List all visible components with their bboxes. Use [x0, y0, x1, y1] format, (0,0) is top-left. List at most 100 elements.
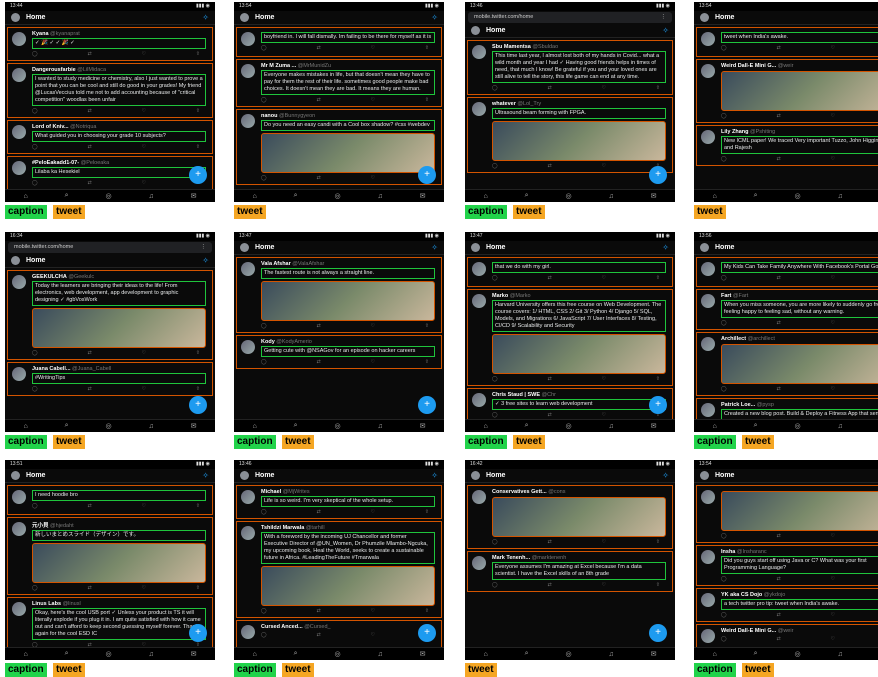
like-icon[interactable]: ♡: [141, 180, 145, 186]
avatar[interactable]: [701, 629, 715, 643]
timeline-feed[interactable]: Vala Afshar @ValaAfshar The fastest route…: [234, 255, 444, 419]
reply-icon[interactable]: ◯: [261, 632, 267, 638]
tweet-author[interactable]: Insha @Insharanc: [721, 549, 878, 555]
timeline-feed[interactable]: Conservatives Gett... @cons ◯ ⇄ ♡ ⇪ Mark Tene…: [465, 483, 675, 647]
avatar[interactable]: [241, 526, 255, 540]
spaces-icon[interactable]: ◎: [565, 192, 571, 200]
tweet-card[interactable]: tweet when India's awake.◯⇄♡⇪: [696, 27, 878, 57]
reply-icon[interactable]: ◯: [721, 576, 727, 582]
timeline-feed[interactable]: tweet when India's awake.◯⇄♡⇪Weird Dall-…: [694, 25, 878, 189]
reply-icon[interactable]: ◯: [492, 85, 498, 91]
like-icon[interactable]: ♡: [141, 51, 145, 57]
reply-icon[interactable]: ◯: [492, 539, 498, 545]
compose-button[interactable]: +: [418, 624, 436, 642]
tweet-author[interactable]: Dangerousfarbie @LilMidaca: [32, 67, 206, 73]
retweet-icon[interactable]: ⇄: [776, 156, 780, 162]
tweet-author[interactable]: 元小貝 @hjedaht: [32, 521, 206, 529]
retweet-icon[interactable]: ⇄: [776, 533, 780, 539]
retweet-icon[interactable]: ⇄: [87, 108, 91, 114]
spaces-icon[interactable]: ◎: [105, 422, 111, 430]
tweet-card[interactable]: Mr M Zuma ... @MrMunidZu Everyone makes m…: [236, 59, 442, 107]
tweet-author[interactable]: Tshildzi Marwala @tarhill: [261, 525, 435, 531]
avatar[interactable]: [12, 602, 26, 616]
messages-icon[interactable]: ✉: [651, 192, 657, 200]
reply-icon[interactable]: ◯: [32, 144, 38, 150]
share-icon[interactable]: ⇪: [656, 539, 660, 545]
tweet-author[interactable]: Kyana @kyanaprat: [32, 31, 206, 37]
compose-button[interactable]: +: [649, 396, 667, 414]
like-icon[interactable]: ♡: [601, 376, 605, 382]
share-icon[interactable]: ⇪: [196, 144, 200, 150]
tweet-card[interactable]: Archillect @archillect◯⇄♡⇪: [696, 332, 878, 396]
like-icon[interactable]: ♡: [830, 275, 834, 281]
tweet-card[interactable]: #PeloEakadd1-07- @Peloeaka Lilaba ka Hese…: [7, 156, 213, 189]
like-icon[interactable]: ♡: [830, 45, 834, 51]
tweet-card[interactable]: whatever @Lol_Try Ultrasound beam forming…: [467, 97, 673, 173]
messages-icon[interactable]: ✉: [191, 422, 197, 430]
compose-button[interactable]: +: [649, 624, 667, 642]
tweet-card[interactable]: Mark Tenenh... @marktenenh Everyone assum…: [467, 551, 673, 592]
avatar[interactable]: [472, 556, 486, 570]
spaces-icon[interactable]: ◎: [794, 650, 800, 658]
search-icon[interactable]: ⌕: [294, 650, 298, 658]
tweet-author[interactable]: Juana Cabell... @Juana_Cabell: [32, 366, 206, 372]
tweet-card[interactable]: boyfriend in. I will fall dismally. Im f…: [236, 27, 442, 57]
tweet-card[interactable]: ◯⇄♡⇪: [696, 485, 878, 543]
avatar[interactable]: [241, 490, 255, 504]
retweet-icon[interactable]: ⇄: [87, 503, 91, 509]
avatar[interactable]: [11, 13, 20, 22]
tweet-author[interactable]: Michael @MjWrites: [261, 489, 435, 495]
share-icon[interactable]: ⇪: [656, 376, 660, 382]
sparkle-icon[interactable]: ✧: [431, 13, 438, 22]
tweet-card[interactable]: My Kids Can Take Family Anywhere With Fa…: [696, 257, 878, 287]
tweet-card[interactable]: Kyana @kyanaprat ✓ 🎉 ✓ ✓ 🎉 ✓ ◯ ⇄ ♡ ⇪: [7, 27, 213, 61]
retweet-icon[interactable]: ⇄: [316, 509, 320, 515]
avatar[interactable]: [11, 471, 20, 480]
tweet-media[interactable]: [32, 543, 206, 583]
timeline-feed[interactable]: GEEKULCHA @Geekulc Today the learners are…: [5, 268, 215, 432]
notifications-icon[interactable]: ♫: [608, 423, 613, 430]
share-icon[interactable]: ⇪: [425, 45, 429, 51]
retweet-icon[interactable]: ⇄: [776, 45, 780, 51]
like-icon[interactable]: ♡: [830, 612, 834, 618]
reply-icon[interactable]: ◯: [32, 503, 38, 509]
tweet-card[interactable]: Chris Staud | SWE @Chr ✓ 3 free sites to …: [467, 388, 673, 419]
tweet-card[interactable]: Insha @Insharanc Did you guys start off u…: [696, 545, 878, 586]
avatar[interactable]: [472, 393, 486, 407]
retweet-icon[interactable]: ⇄: [316, 359, 320, 365]
tweet-author[interactable]: #PeloEakadd1-07- @Peloeaka: [32, 160, 206, 166]
tweet-author[interactable]: Linus Labs @linusl: [32, 601, 206, 607]
messages-icon[interactable]: ✉: [420, 422, 426, 430]
timeline-feed[interactable]: I need hoodie bro ◯ ⇄ ♡ ⇪ 元小貝 @hjedaht 新しいまとめス…: [5, 483, 215, 647]
tweet-author[interactable]: Marko @Marko: [492, 293, 666, 299]
tweet-card[interactable]: that we do with my girl. ◯ ⇄ ♡ ⇪: [467, 257, 673, 287]
tweet-card[interactable]: Lily Zhang @Pshiting New ICML paper! We t…: [696, 125, 878, 166]
tweet-author[interactable]: Lily Zhang @Pshiting: [721, 129, 878, 135]
messages-icon[interactable]: ✉: [191, 192, 197, 200]
notifications-icon[interactable]: ♫: [377, 651, 382, 658]
avatar[interactable]: [701, 130, 715, 144]
reply-icon[interactable]: ◯: [32, 350, 38, 356]
retweet-icon[interactable]: ⇄: [87, 386, 91, 392]
notifications-icon[interactable]: ♫: [837, 651, 842, 658]
tweet-card[interactable]: YK aka CS Dojo @ykdojo a tech twitter pro…: [696, 588, 878, 622]
avatar[interactable]: [12, 68, 26, 82]
share-icon[interactable]: ⇪: [196, 350, 200, 356]
share-icon[interactable]: ⇪: [196, 51, 200, 57]
like-icon[interactable]: ♡: [141, 144, 145, 150]
avatar[interactable]: [701, 593, 715, 607]
spaces-icon[interactable]: ◎: [105, 192, 111, 200]
reply-icon[interactable]: ◯: [261, 509, 267, 515]
tweet-card[interactable]: Juana Cabell... @Juana_Cabell #WritingTip…: [7, 362, 213, 396]
spaces-icon[interactable]: ◎: [794, 422, 800, 430]
avatar[interactable]: [12, 490, 26, 504]
tweet-card[interactable]: Weird Dall-E Mini G... @weir◯⇄♡⇪: [696, 624, 878, 647]
reply-icon[interactable]: ◯: [261, 45, 267, 51]
avatar[interactable]: [12, 125, 26, 139]
tweet-author[interactable]: Fart @Fart: [721, 293, 878, 299]
spaces-icon[interactable]: ◎: [334, 422, 340, 430]
like-icon[interactable]: ♡: [370, 359, 374, 365]
avatar[interactable]: [11, 256, 20, 265]
messages-icon[interactable]: ✉: [651, 650, 657, 658]
share-icon[interactable]: ⇪: [196, 386, 200, 392]
